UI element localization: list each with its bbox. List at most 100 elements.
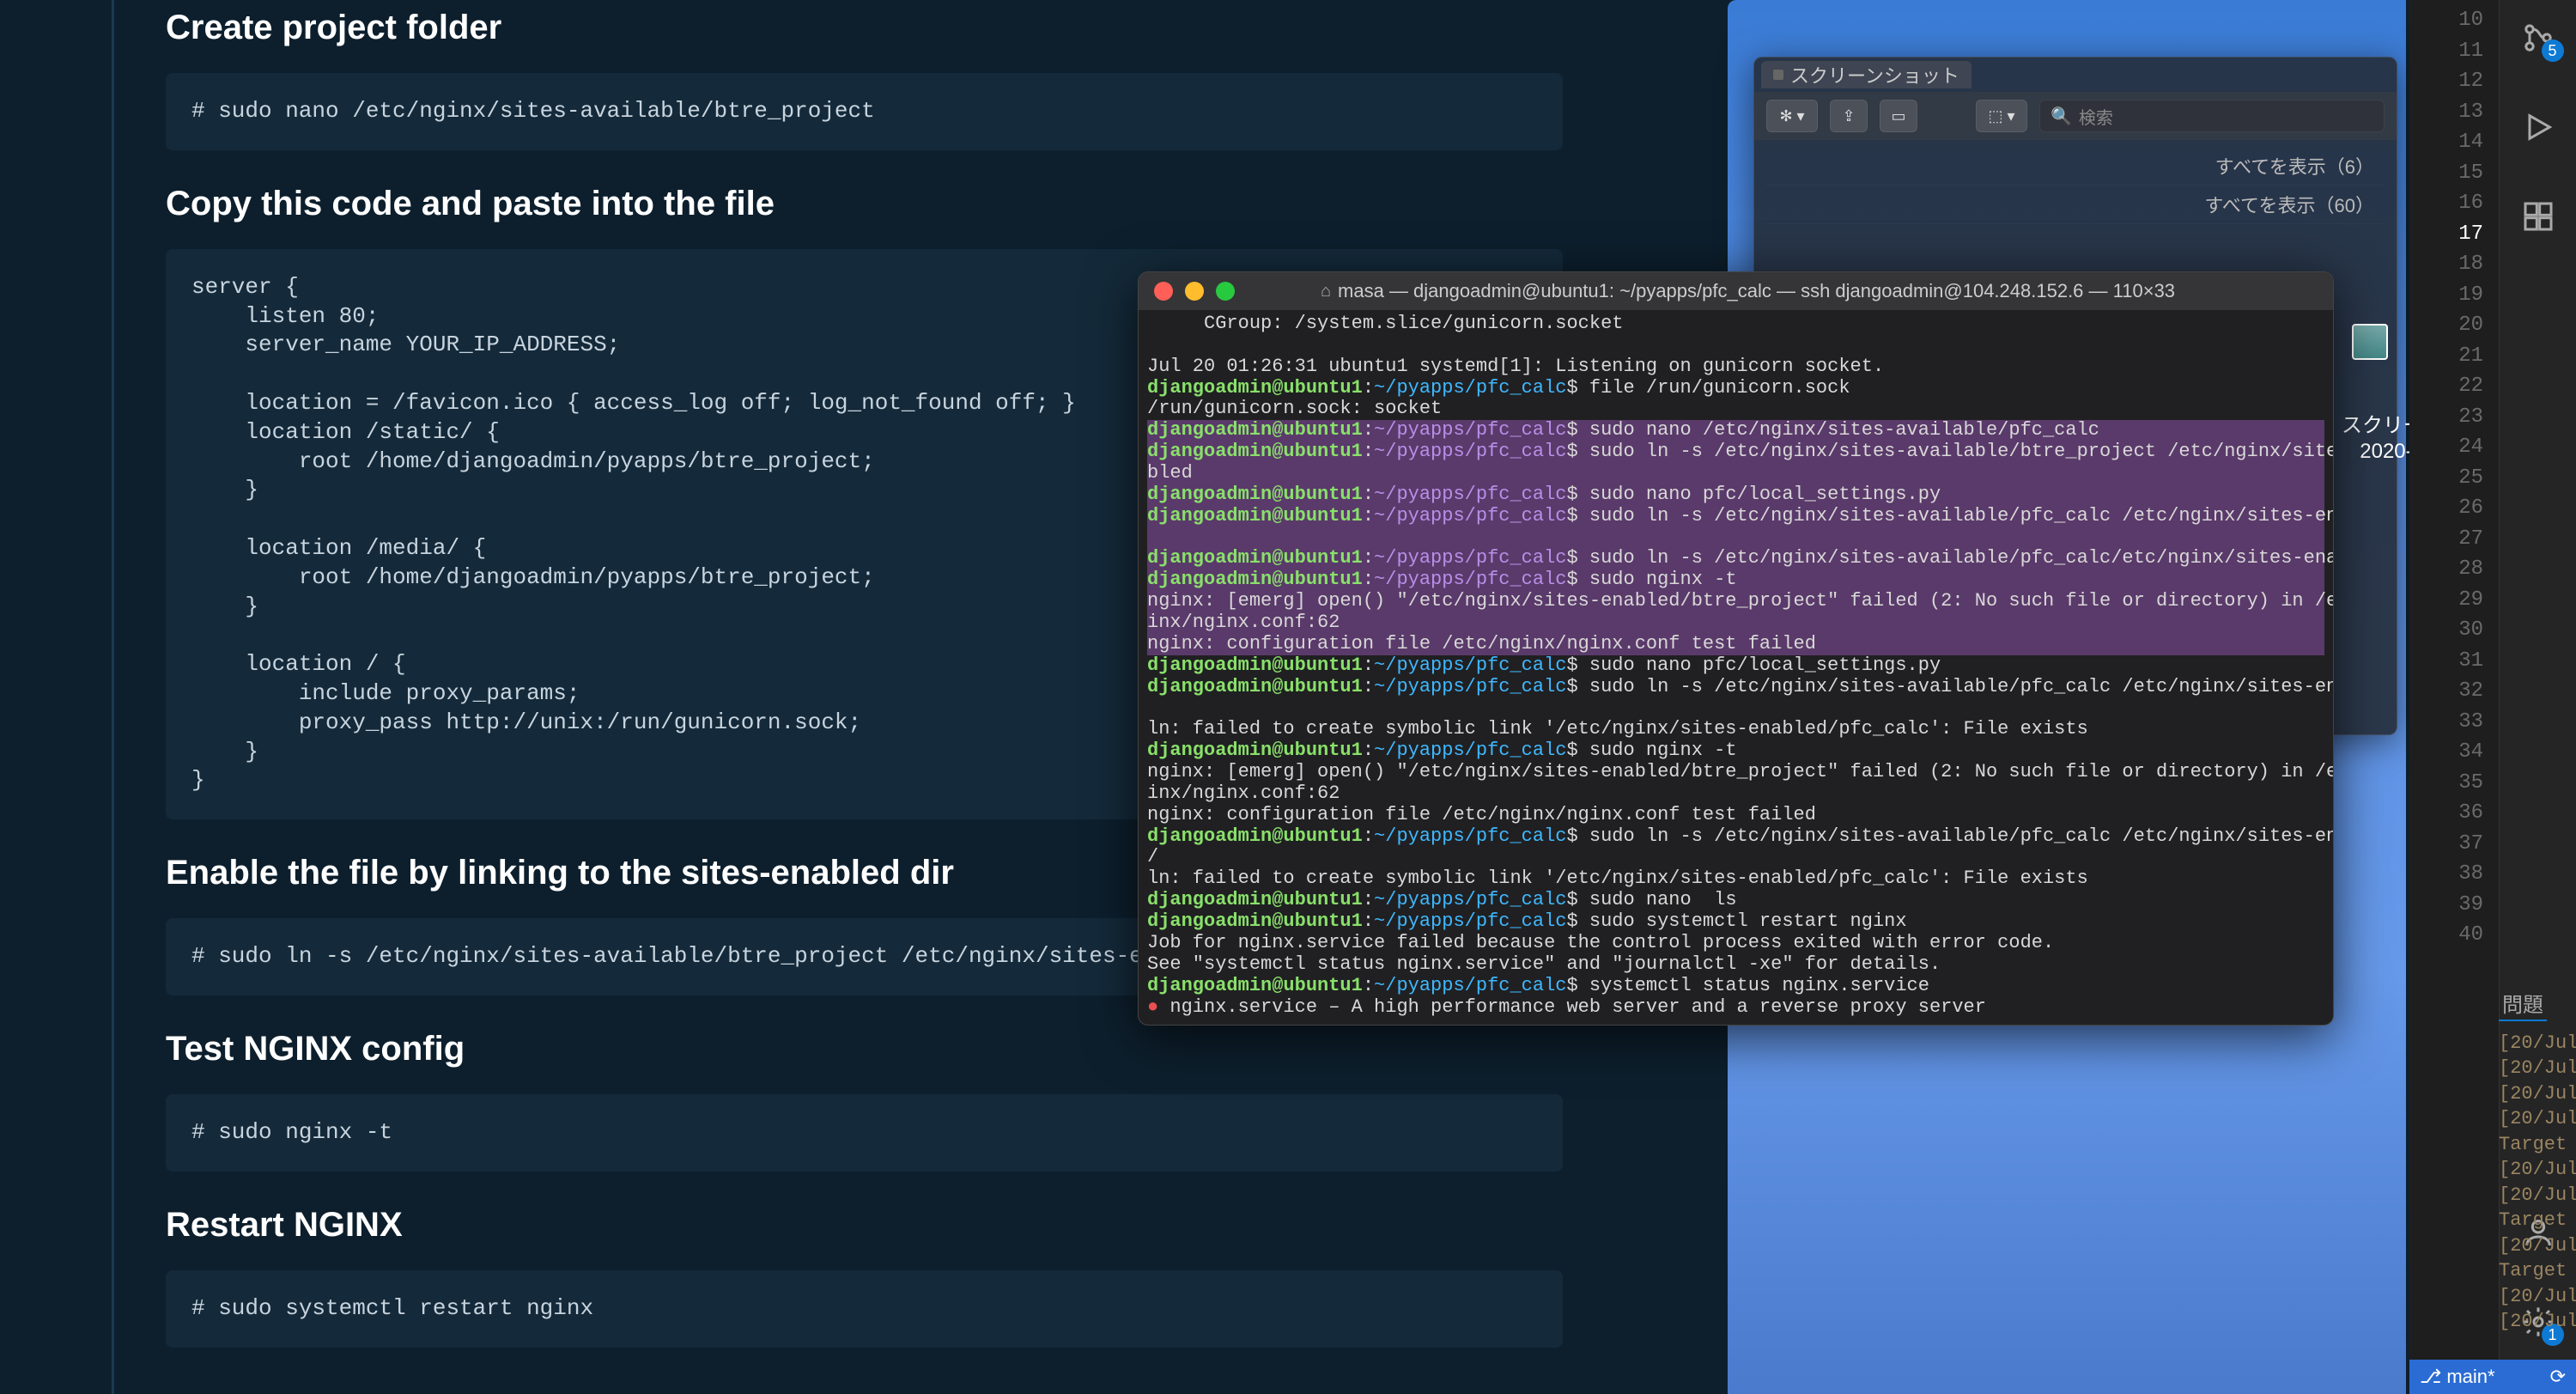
line-number[interactable]: 30 — [2409, 615, 2483, 646]
search-input[interactable]: 🔍 検索 — [2039, 100, 2385, 132]
line-number[interactable]: 25 — [2409, 463, 2483, 494]
finder-row[interactable]: すべてを表示（6） — [1766, 147, 2385, 186]
terminal-line: ln: failed to create symbolic link '/etc… — [1147, 868, 2324, 890]
terminal-line: djangoadmin@ubuntu1:~/pyapps/pfc_calc$ s… — [1147, 976, 2324, 997]
terminal-titlebar[interactable]: ⌂ masa — djangoadmin@ubuntu1: ~/pyapps/p… — [1139, 272, 2333, 310]
line-number[interactable]: 29 — [2409, 585, 2483, 616]
terminal-line: nginx: [emerg] open() "/etc/nginx/sites-… — [1147, 591, 2324, 612]
terminal-line: ● nginx.service – A high performance web… — [1147, 997, 2324, 1019]
finder-body[interactable]: すべてを表示（6） すべてを表示（60） — [1754, 140, 2397, 231]
line-number[interactable]: 11 — [2409, 36, 2483, 67]
run-debug-icon[interactable] — [2518, 107, 2559, 148]
line-number[interactable]: 40 — [2409, 920, 2483, 951]
source-control-icon[interactable]: 5 — [2518, 17, 2559, 58]
dropbox-button[interactable]: ⬚ ▾ — [1976, 100, 2027, 132]
section-heading: Test NGINX config — [166, 1030, 1563, 1068]
close-icon[interactable] — [1773, 70, 1783, 80]
line-number[interactable]: 19 — [2409, 280, 2483, 311]
line-number[interactable]: 35 — [2409, 768, 2483, 799]
problems-tab[interactable]: 問題 — [2499, 986, 2547, 1021]
tags-button[interactable]: ▭ — [1880, 100, 1917, 132]
terminal-body[interactable]: CGroup: /system.slice/gunicorn.socket Ju… — [1139, 310, 2333, 1021]
extensions-icon[interactable] — [2518, 196, 2559, 237]
line-number[interactable]: 13 — [2409, 97, 2483, 128]
line-number[interactable]: 17 — [2409, 219, 2483, 250]
terminal-line: ln: failed to create symbolic link '/etc… — [1147, 719, 2324, 740]
badge: 5 — [2542, 40, 2564, 62]
terminal-line: djangoadmin@ubuntu1:~/pyapps/pfc_calc$ s… — [1147, 506, 2324, 527]
section-heading: Create project folder — [166, 9, 1563, 47]
finder-toolbar: ✻ ▾ ⇪ ▭ ⬚ ▾ 🔍 検索 — [1754, 92, 2397, 140]
line-number[interactable]: 39 — [2409, 890, 2483, 921]
code-block[interactable]: # sudo nginx -t — [166, 1094, 1563, 1172]
action-menu-button[interactable]: ✻ ▾ — [1766, 100, 1818, 132]
terminal-line: Jul 20 01:26:31 ubuntu1 systemd[1]: List… — [1147, 356, 2324, 378]
editor-gutter: 1011121314151617181920212223242526272829… — [2409, 0, 2499, 1394]
line-number[interactable]: 12 — [2409, 66, 2483, 97]
line-number[interactable]: 22 — [2409, 371, 2483, 402]
branch-indicator[interactable]: ⎇ main* — [2420, 1366, 2495, 1388]
line-number[interactable]: 27 — [2409, 524, 2483, 555]
status-bar[interactable]: ⎇ main* ⟳ — [2409, 1360, 2576, 1394]
terminal-line: / — [1147, 847, 2324, 868]
line-number[interactable]: 32 — [2409, 676, 2483, 707]
line-number[interactable]: 37 — [2409, 829, 2483, 860]
terminal-line: djangoadmin@ubuntu1:~/pyapps/pfc_calc$ s… — [1147, 569, 2324, 591]
terminal-line: nginx: [emerg] open() "/etc/nginx/sites-… — [1147, 762, 2324, 783]
terminal-line: djangoadmin@ubuntu1:~/pyapps/pfc_calc$ s… — [1147, 548, 2324, 569]
line-number[interactable]: 26 — [2409, 493, 2483, 524]
terminal-line: bled — [1147, 463, 2324, 484]
log-output: [20/Jul [20/Jul [20/Jul [20/Jul Target [… — [2499, 1031, 2576, 1335]
terminal-line: djangoadmin@ubuntu1:~/pyapps/pfc_calc$ s… — [1147, 441, 2324, 463]
line-number[interactable]: 15 — [2409, 158, 2483, 189]
branch-icon: ⎇ — [2420, 1366, 2441, 1388]
terminal-line: inx/nginx.conf:62 — [1147, 612, 2324, 634]
terminal-line: djangoadmin@ubuntu1:~/pyapps/pfc_calc$ f… — [1147, 378, 2324, 399]
terminal-line: djangoadmin@ubuntu1:~/pyapps/pfc_calc$ s… — [1147, 890, 2324, 911]
file-thumbnail[interactable] — [2352, 324, 2388, 360]
terminal-title: ⌂ masa — djangoadmin@ubuntu1: ~/pyapps/p… — [1178, 280, 2318, 302]
terminal-line — [1147, 697, 2324, 719]
terminal-line: djangoadmin@ubuntu1:~/pyapps/pfc_calc$ s… — [1147, 911, 2324, 933]
line-number[interactable]: 10 — [2409, 5, 2483, 36]
line-number[interactable]: 21 — [2409, 341, 2483, 372]
search-placeholder: 検索 — [2079, 104, 2113, 129]
section-heading: Copy this code and paste into the file — [166, 185, 1563, 223]
line-number[interactable]: 33 — [2409, 707, 2483, 738]
terminal-line: djangoadmin@ubuntu1:~/pyapps/pfc_calc$ s… — [1147, 655, 2324, 677]
finder-tab-label: スクリーンショット — [1790, 61, 1959, 88]
terminal-line: djangoadmin@ubuntu1:~/pyapps/pfc_calc$ s… — [1147, 740, 2324, 762]
share-button[interactable]: ⇪ — [1830, 100, 1868, 132]
line-number[interactable]: 34 — [2409, 737, 2483, 768]
sync-button[interactable]: ⟳ — [2550, 1366, 2566, 1388]
terminal-window[interactable]: ⌂ masa — djangoadmin@ubuntu1: ~/pyapps/p… — [1138, 271, 2334, 1026]
line-number[interactable]: 16 — [2409, 188, 2483, 219]
finder-row[interactable]: すべてを表示（60） — [1766, 186, 2385, 224]
terminal-line — [1147, 335, 2324, 356]
line-number[interactable]: 20 — [2409, 310, 2483, 341]
terminal-line: CGroup: /system.slice/gunicorn.socket — [1147, 313, 2324, 335]
line-number[interactable]: 31 — [2409, 646, 2483, 677]
terminal-line — [1147, 527, 2324, 549]
terminal-line: /run/gunicorn.sock: socket — [1147, 399, 2324, 420]
terminal-line: djangoadmin@ubuntu1:~/pyapps/pfc_calc$ s… — [1147, 420, 2324, 441]
search-icon: 🔍 — [2050, 106, 2072, 127]
terminal-line: djangoadmin@ubuntu1:~/pyapps/pfc_calc$ s… — [1147, 826, 2324, 848]
line-number[interactable]: 14 — [2409, 127, 2483, 158]
terminal-line: djangoadmin@ubuntu1:~/pyapps/pfc_calc$ s… — [1147, 677, 2324, 698]
line-number[interactable]: 23 — [2409, 402, 2483, 433]
finder-tab[interactable]: スクリーンショット — [1761, 61, 1971, 88]
line-number[interactable]: 24 — [2409, 432, 2483, 463]
code-block[interactable]: # sudo nano /etc/nginx/sites-available/b… — [166, 73, 1563, 150]
code-block[interactable]: # sudo systemctl restart nginx — [166, 1270, 1563, 1348]
terminal-line: See "systemctl status nginx.service" and… — [1147, 954, 2324, 976]
close-button[interactable] — [1154, 282, 1173, 301]
terminal-line: nginx: configuration file /etc/nginx/ngi… — [1147, 805, 2324, 826]
line-number[interactable]: 36 — [2409, 798, 2483, 829]
line-number[interactable]: 38 — [2409, 859, 2483, 890]
section-heading: Restart NGINX — [166, 1206, 1563, 1245]
line-number[interactable]: 18 — [2409, 249, 2483, 280]
finder-tab-bar: スクリーンショット — [1754, 58, 2397, 92]
line-number[interactable]: 28 — [2409, 554, 2483, 585]
terminal-line: nginx: configuration file /etc/nginx/ngi… — [1147, 634, 2324, 655]
